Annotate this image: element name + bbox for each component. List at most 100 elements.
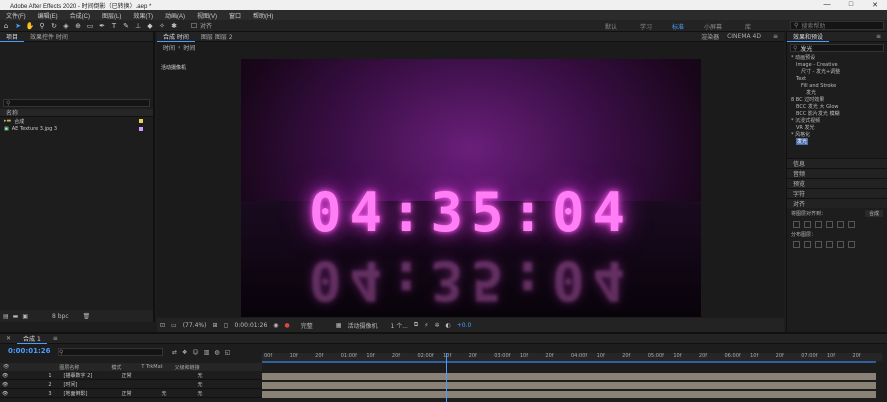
comp-mini-flowchart-icon[interactable]: ⇄ — [172, 349, 177, 356]
tab-timeline-composition[interactable]: 合成 1 — [17, 334, 47, 344]
camera-view-dropdown[interactable]: 活动摄像机 — [347, 321, 377, 330]
work-area-bar[interactable] — [262, 361, 876, 363]
effect-tree-item[interactable]: BCC 发光 大 Glow — [787, 103, 887, 110]
close-tab-icon[interactable]: ✕ — [0, 335, 17, 342]
align-to-dropdown[interactable]: 合成 — [864, 210, 883, 217]
breadcrumb-item[interactable]: 时间 — [183, 43, 195, 52]
layer-parent[interactable]: 无 — [198, 390, 203, 397]
workspace-learn[interactable]: 学习 — [640, 22, 652, 31]
transparency-grid-icon[interactable]: ▦ — [336, 322, 342, 329]
graph-editor-icon[interactable]: ◱ — [225, 349, 231, 356]
menu-view[interactable]: 视图(V) — [191, 11, 223, 20]
current-time-indicator[interactable] — [446, 353, 448, 402]
roto-tool-icon[interactable]: ✧ — [156, 21, 168, 31]
text-tool-icon[interactable]: T — [108, 21, 120, 31]
color-wheel-icon[interactable]: ✲ — [434, 322, 439, 329]
frame-blending-icon[interactable]: ▥ — [204, 349, 210, 356]
effect-tree-item[interactable]: 8 BC 过时效果 — [787, 96, 887, 103]
effect-tree-item[interactable]: Text — [787, 75, 887, 82]
distribute-vcenter-icon[interactable] — [804, 241, 811, 248]
project-item-composition-folder[interactable]: ▸▬ 合成 — [0, 117, 153, 125]
time-ruler[interactable]: 00f 10f 20f 01:00f 10f 20f 02:00f 10f 20f 03:00f 1… — [262, 353, 882, 361]
column-layer-name[interactable]: 图层名称 — [59, 364, 79, 371]
effects-panel-title[interactable]: 效果和预设 — [787, 32, 830, 42]
layer-parent[interactable]: 无 — [198, 372, 203, 379]
bpc-label[interactable]: 8 bpc — [52, 313, 69, 320]
home-icon[interactable]: ⌂ — [0, 21, 12, 31]
workspace-small-screen[interactable]: 小屏幕 — [704, 22, 722, 31]
effects-search-input[interactable]: ⚲ 发光 — [790, 44, 884, 53]
rotate-tool-icon[interactable]: ↻ — [48, 21, 60, 31]
draft-3d-icon[interactable]: ❖ — [182, 349, 187, 356]
magnification-dropdown[interactable]: (77.4%) — [183, 322, 207, 329]
rectangle-tool-icon[interactable]: ▭ — [84, 21, 96, 31]
tab-project[interactable]: 项目 — [0, 32, 25, 42]
fast-previews-icon[interactable]: ⚡ — [424, 322, 428, 329]
column-parent[interactable]: 父级和链接 — [175, 364, 200, 371]
new-composition-icon[interactable]: ▣ — [22, 313, 28, 320]
section-preview[interactable]: 预览 — [787, 178, 887, 188]
mask-icon[interactable]: ◻ — [223, 322, 228, 329]
align-left-icon[interactable] — [793, 221, 800, 228]
menu-window[interactable]: 窗口 — [223, 11, 247, 20]
pen-tool-icon[interactable]: ✒ — [96, 21, 108, 31]
menu-layer[interactable]: 图层(L) — [96, 11, 127, 20]
brush-tool-icon[interactable]: ✎ — [120, 21, 132, 31]
composition-frame[interactable]: 04:35:04 04:35:04 — [241, 59, 701, 317]
menu-help[interactable]: 帮助(H) — [247, 11, 279, 20]
puppet-tool-icon[interactable]: ✱ — [168, 21, 180, 31]
monitor-icon[interactable]: ▭ — [171, 322, 177, 329]
project-column-header[interactable]: 名称 — [0, 109, 153, 117]
layer-duration-bar[interactable] — [262, 391, 876, 398]
timeline-layer-row[interactable]: 👁 3 [地面倒影] 正常 无 无 — [0, 390, 262, 398]
column-mode[interactable]: 模式 — [111, 364, 121, 371]
section-info[interactable]: 信息 — [787, 158, 887, 168]
breadcrumb-item[interactable]: 时间 — [163, 43, 175, 52]
project-item-texture[interactable]: ▣ AE Texture 3.jpg 3 — [0, 125, 153, 133]
timeline-current-time[interactable]: 0:00:01:26 — [8, 347, 51, 355]
resolution-dropdown[interactable]: 完整 — [301, 321, 313, 330]
column-trkmat[interactable]: T TrkMat — [141, 364, 162, 370]
panel-menu-icon[interactable]: ≡ — [870, 33, 887, 40]
visibility-eye-icon[interactable]: 👁 — [2, 382, 8, 388]
distribute-right-icon[interactable] — [848, 241, 855, 248]
views-layout-dropdown[interactable]: 1 个... — [390, 321, 407, 330]
workspace-libraries[interactable]: 库 — [745, 22, 751, 31]
clone-tool-icon[interactable]: ⊥ — [132, 21, 144, 31]
layer-mode[interactable]: 正常 — [122, 390, 162, 397]
reset-exposure-icon[interactable]: ◐ — [445, 322, 450, 329]
menu-file[interactable]: 文件(F) — [0, 11, 32, 20]
effect-tree-item[interactable]: BCC 影片发光 模糊 — [787, 110, 887, 117]
layer-duration-bar[interactable] — [262, 382, 876, 389]
effect-tree-item[interactable]: * 风格化 — [787, 131, 887, 138]
viewer-menu-icon[interactable]: ≡ — [767, 33, 784, 40]
section-audio[interactable]: 音频 — [787, 168, 887, 178]
workspace-standard[interactable]: 标准 — [672, 22, 684, 31]
maximize-button[interactable]: □ — [839, 1, 863, 9]
layer-parent[interactable]: 无 — [198, 381, 203, 388]
zoom-tool-icon[interactable]: ⚲ — [36, 21, 48, 31]
distribute-hcenter-icon[interactable] — [837, 241, 844, 248]
viewer-timecode[interactable]: 0:00:01:26 — [234, 322, 267, 329]
timeline-layer-row[interactable]: 👁 2 [时间] 无 — [0, 381, 262, 389]
renderer-value[interactable]: CINEMA 4D — [721, 33, 767, 40]
align-bottom-icon[interactable] — [848, 221, 855, 228]
section-character[interactable]: 字符 — [787, 188, 887, 198]
effect-tree-item[interactable]: Image - Creative — [787, 61, 887, 68]
layer-trkmat[interactable]: 无 — [162, 390, 198, 397]
align-hcenter-icon[interactable] — [804, 221, 811, 228]
effect-tree-item[interactable]: 发光 — [787, 138, 887, 145]
motion-blur-icon[interactable]: ◍ — [214, 349, 219, 356]
region-of-interest-icon[interactable]: ⊡ — [160, 322, 165, 329]
selection-tool-icon[interactable]: ➤ — [12, 21, 24, 31]
distribute-left-icon[interactable] — [826, 241, 833, 248]
layer-name[interactable]: [地面倒影] — [64, 390, 122, 397]
effect-tree-item[interactable]: * 动画预设 — [787, 54, 887, 61]
snap-checkbox[interactable]: ☐ — [188, 21, 200, 31]
tab-effect-controls[interactable]: 效果控件 时间 — [24, 32, 74, 41]
visibility-eye-icon[interactable]: 👁 — [2, 373, 8, 379]
eraser-tool-icon[interactable]: ◆ — [144, 21, 156, 31]
shy-layers-icon[interactable]: ☺ — [192, 349, 198, 356]
snapshot-camera-icon[interactable]: ◉ — [273, 322, 278, 329]
interpret-footage-icon[interactable]: ▤ — [3, 313, 9, 320]
